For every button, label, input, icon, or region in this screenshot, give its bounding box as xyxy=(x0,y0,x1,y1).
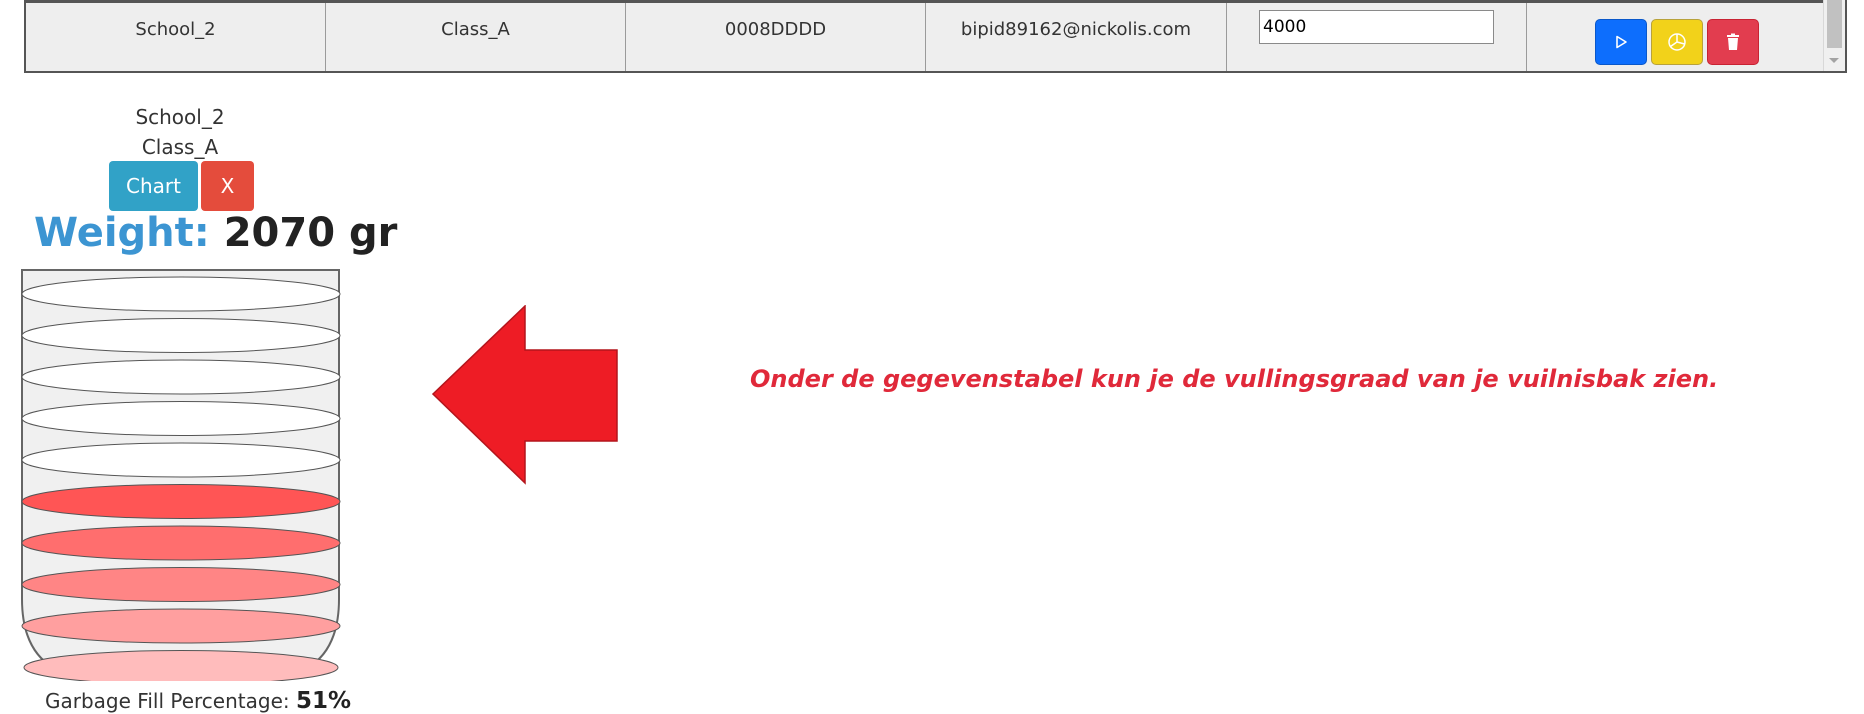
fill-percentage-readout: Garbage Fill Percentage: 51% xyxy=(45,688,351,714)
bin-layer-empty xyxy=(21,318,341,353)
left-arrow-icon xyxy=(432,305,618,485)
play-button[interactable] xyxy=(1594,18,1647,65)
fill-percentage-label: Garbage Fill Percentage: xyxy=(45,689,290,713)
bin-layer-empty xyxy=(21,359,341,395)
bin-layer-filled xyxy=(21,484,341,519)
scroll-down-icon[interactable] xyxy=(1829,58,1839,63)
delete-button[interactable] xyxy=(1706,18,1759,65)
panel-school-label: School_2 xyxy=(135,105,225,129)
cell-capacity xyxy=(1227,0,1527,71)
hint-text: Onder de gegevenstabel kun je de vulling… xyxy=(750,365,1719,393)
bin-layer-filled xyxy=(21,525,341,561)
bin-layer-filled xyxy=(21,608,341,644)
scrollbar-thumb[interactable] xyxy=(1827,0,1842,48)
cell-class: Class_A xyxy=(326,0,626,71)
bin-layer-empty xyxy=(21,442,341,478)
panel-class-label: Class_A xyxy=(141,135,219,159)
table-top-border xyxy=(26,0,1826,3)
fill-percentage-value: 51% xyxy=(295,688,352,714)
close-panel-button[interactable]: X xyxy=(201,161,254,211)
cell-school: School_2 xyxy=(26,0,326,71)
weight-label: Weight: xyxy=(34,210,210,256)
bin-layer-empty xyxy=(21,276,341,312)
pie-chart-icon xyxy=(1667,32,1686,51)
garbage-bin-gauge xyxy=(21,269,341,681)
data-table: School_2 Class_A 0008DDDD bipid89162@nic… xyxy=(24,0,1847,73)
play-icon xyxy=(1615,35,1627,48)
chart-button[interactable] xyxy=(1650,18,1703,65)
open-chart-button[interactable]: Chart xyxy=(109,161,198,211)
weight-readout: Weight: 2070 gr xyxy=(34,210,397,256)
cell-id: 0008DDDD xyxy=(626,0,926,71)
trash-icon xyxy=(1726,33,1739,50)
cell-actions xyxy=(1527,0,1826,71)
bin-layer-filled xyxy=(21,567,341,602)
weight-value: 2070 gr xyxy=(223,210,398,256)
table-row: School_2 Class_A 0008DDDD bipid89162@nic… xyxy=(26,0,1826,71)
cell-email: bipid89162@nickolis.com xyxy=(926,0,1227,71)
bin-layer-filled xyxy=(23,650,339,681)
table-scrollbar[interactable] xyxy=(1823,0,1845,71)
bin-layer-empty xyxy=(21,401,341,436)
capacity-input[interactable] xyxy=(1259,9,1494,44)
